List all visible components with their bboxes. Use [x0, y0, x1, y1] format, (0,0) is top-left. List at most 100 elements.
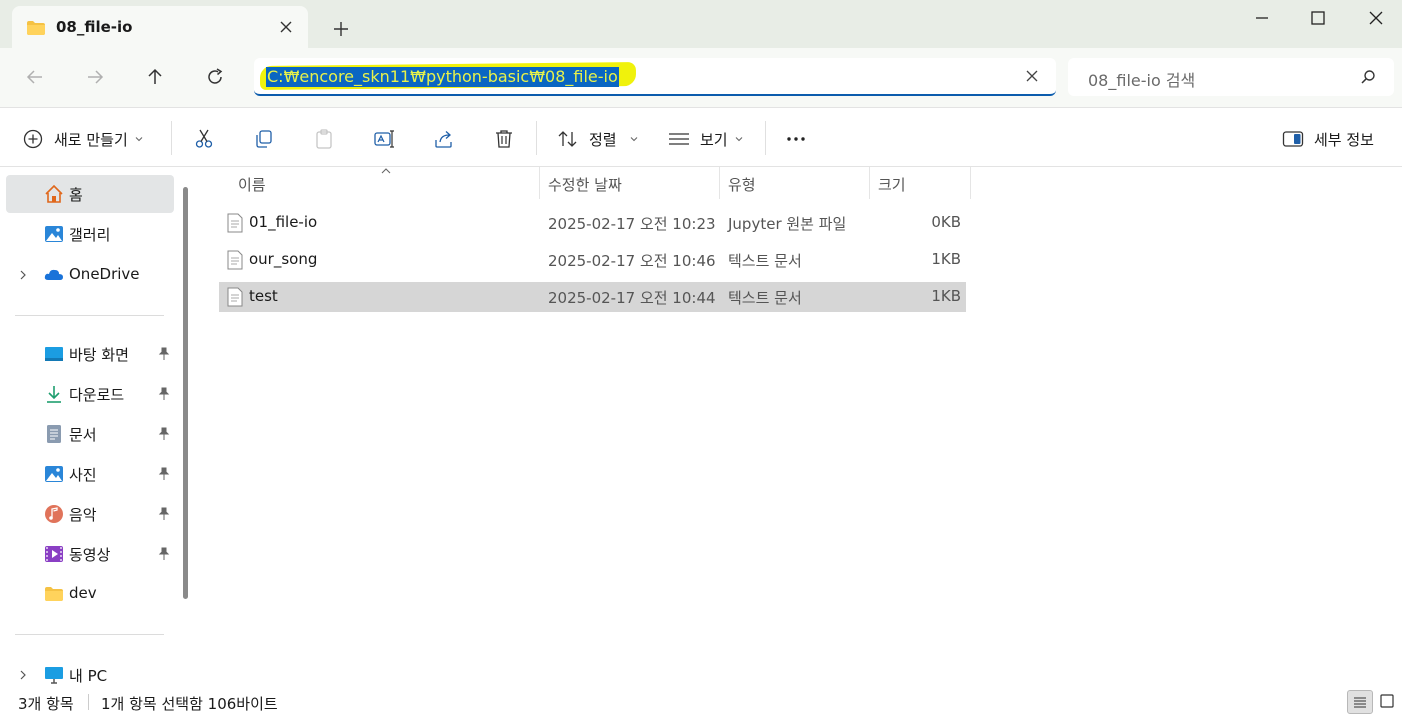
search-box[interactable]: 08_file-io 검색: [1068, 58, 1394, 96]
file-type: 텍스트 문서: [728, 252, 802, 270]
cut-button[interactable]: [193, 127, 215, 151]
details-pane-button[interactable]: 세부 정보: [1282, 127, 1374, 151]
column-divider[interactable]: [970, 167, 971, 199]
column-header-type[interactable]: 유형: [720, 167, 870, 199]
maximize-icon[interactable]: [1308, 8, 1328, 28]
sidebar-item-music[interactable]: 음악: [6, 495, 174, 533]
sidebar-item-desktop[interactable]: 바탕 화면: [6, 335, 174, 373]
sidebar-item-label: 다운로드: [69, 386, 125, 404]
scissors-icon: [195, 129, 213, 148]
toolbar-divider: [536, 121, 537, 155]
column-header-label: 이름: [238, 176, 266, 194]
file-size: 1KB: [931, 287, 961, 305]
sidebar-item-label: 갤러리: [69, 226, 111, 244]
chevron-down-icon: [135, 137, 143, 142]
rename-button[interactable]: [373, 127, 395, 151]
table-row[interactable]: our_song 2025-02-17 오전 10:46 텍스트 문서 1KB: [219, 245, 966, 275]
new-tab-icon[interactable]: [330, 18, 352, 40]
share-button[interactable]: [433, 127, 455, 151]
more-icon: [787, 137, 805, 141]
sidebar-divider: [15, 634, 164, 635]
status-bar: 3개 항목 1개 항목 선택함 106바이트: [0, 688, 1402, 715]
file-icon: [227, 213, 243, 233]
tab-close-icon[interactable]: [278, 19, 294, 35]
sidebar-scrollbar[interactable]: [183, 187, 188, 599]
large-icons-view-button[interactable]: [1375, 690, 1401, 714]
chevron-down-icon: [630, 137, 637, 142]
sidebar-item-label: dev: [69, 584, 97, 602]
text-file-icon: [227, 250, 243, 270]
music-icon: [45, 505, 63, 523]
pin-icon[interactable]: [158, 427, 170, 441]
sidebar-item-label: 동영상: [69, 546, 111, 564]
new-button-label: 새로 만들기: [54, 130, 128, 149]
tab-title: 08_file-io: [56, 18, 133, 36]
delete-button[interactable]: [493, 127, 515, 151]
refresh-icon[interactable]: [204, 66, 226, 88]
sidebar-item-label: 바탕 화면: [69, 346, 129, 364]
tab-08-file-io[interactable]: 08_file-io: [12, 6, 308, 48]
pin-icon[interactable]: [158, 507, 170, 521]
close-icon[interactable]: [1366, 8, 1386, 28]
home-icon: [45, 184, 63, 203]
file-modified: 2025-02-17 오전 10:23: [548, 215, 716, 233]
details-pane-label: 세부 정보: [1314, 130, 1374, 149]
sidebar-item-label: OneDrive: [69, 265, 140, 283]
address-bar[interactable]: C:₩encore_skn11₩python-basic₩08_file-io: [254, 58, 1056, 96]
download-icon: [47, 386, 61, 403]
sidebar-item-onedrive[interactable]: OneDrive: [6, 256, 174, 294]
sidebar-item-label: 음악: [69, 506, 97, 524]
file-type: 텍스트 문서: [728, 289, 802, 307]
more-options-button[interactable]: [785, 127, 807, 151]
item-count: 3개 항목: [18, 695, 74, 713]
toolbar-divider: [171, 121, 172, 155]
file-name: our_song: [249, 250, 318, 268]
sort-label: 정렬: [589, 130, 617, 149]
pin-icon[interactable]: [158, 387, 170, 401]
sidebar-item-home[interactable]: 홈: [6, 175, 174, 213]
column-header-modified[interactable]: 수정한 날짜: [540, 167, 720, 199]
folder-icon: [45, 587, 63, 601]
pin-icon[interactable]: [158, 467, 170, 481]
sidebar-item-pictures[interactable]: 사진: [6, 455, 174, 493]
paste-button[interactable]: [313, 127, 335, 151]
document-icon: [47, 425, 61, 443]
view-label: 보기: [700, 130, 728, 149]
view-button[interactable]: 보기: [668, 127, 744, 151]
clear-address-icon[interactable]: [1024, 68, 1040, 84]
share-icon: [435, 131, 452, 148]
sidebar-item-gallery[interactable]: 갤러리: [6, 215, 174, 253]
sort-icon: [558, 131, 577, 147]
column-header-label: 수정한 날짜: [548, 176, 622, 194]
column-header-size[interactable]: 크기: [870, 167, 971, 199]
search-placeholder: 08_file-io 검색: [1088, 71, 1196, 90]
address-path[interactable]: C:₩encore_skn11₩python-basic₩08_file-io: [266, 67, 619, 87]
desktop-icon: [45, 347, 63, 361]
sidebar-item-downloads[interactable]: 다운로드: [6, 375, 174, 413]
toolbar-divider: [765, 121, 766, 155]
pin-icon[interactable]: [158, 347, 170, 361]
table-row[interactable]: 01_file-io 2025-02-17 오전 10:23 Jupyter 원…: [219, 208, 966, 238]
view-list-icon: [669, 133, 689, 145]
up-icon[interactable]: [144, 66, 166, 88]
copy-button[interactable]: [253, 127, 275, 151]
text-file-icon: [227, 287, 243, 307]
column-header-name[interactable]: 이름: [230, 167, 540, 199]
chevron-right-icon[interactable]: [18, 669, 28, 681]
sort-button[interactable]: 정렬: [557, 127, 639, 151]
minimize-icon[interactable]: [1252, 8, 1272, 28]
table-row-selected[interactable]: test 2025-02-17 오전 10:44 텍스트 문서 1KB: [219, 282, 966, 312]
tiles-view-icon: [1380, 694, 1394, 708]
sidebar-item-videos[interactable]: 동영상: [6, 535, 174, 573]
file-modified: 2025-02-17 오전 10:44: [548, 289, 716, 307]
search-icon[interactable]: [1360, 69, 1376, 85]
details-view-button[interactable]: [1347, 690, 1373, 714]
sidebar-item-dev[interactable]: dev: [6, 575, 174, 613]
back-icon[interactable]: [24, 66, 46, 88]
sidebar-item-documents[interactable]: 문서: [6, 415, 174, 453]
chevron-right-icon[interactable]: [18, 269, 28, 281]
new-button[interactable]: 새로 만들기: [22, 127, 144, 151]
pin-icon[interactable]: [158, 547, 170, 561]
forward-icon[interactable]: [84, 66, 106, 88]
cloud-icon: [44, 269, 63, 280]
